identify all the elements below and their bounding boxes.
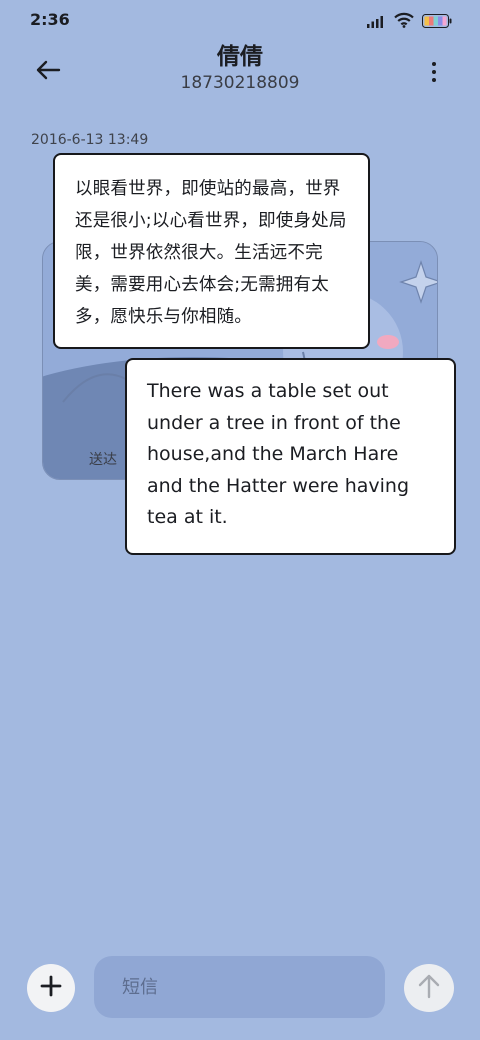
status-icons [366, 12, 452, 32]
contact-name: 倩倩 [217, 44, 263, 70]
more-vertical-icon [432, 62, 436, 66]
delivery-status: 送达 [89, 452, 117, 468]
signal-icon [366, 13, 386, 32]
more-options-button[interactable] [424, 54, 444, 90]
conversation-header: 倩倩 18730218809 [0, 40, 480, 100]
plus-icon [40, 975, 62, 1001]
status-bar: 2:36 [0, 0, 480, 40]
message-input[interactable] [94, 956, 385, 1018]
wifi-icon [394, 12, 414, 32]
overlay-text-chinese: 以眼看世界，即使站的最高，世界还是很小;以心看世界，即使身处局限，世界依然很大。… [53, 153, 370, 349]
status-time: 2:36 [30, 10, 70, 29]
contact-number: 18730218809 [180, 73, 300, 93]
add-attachment-button[interactable] [27, 964, 75, 1012]
compose-bar [0, 950, 480, 1026]
overlay-text-english: There was a table set out under a tree i… [125, 358, 456, 555]
message-timestamp: 2016-6-13 13:49 [31, 132, 149, 148]
arrow-up-icon [417, 973, 441, 1003]
contact-title[interactable]: 倩倩 18730218809 [0, 42, 480, 94]
send-button[interactable] [404, 964, 454, 1012]
battery-icon [422, 13, 452, 32]
